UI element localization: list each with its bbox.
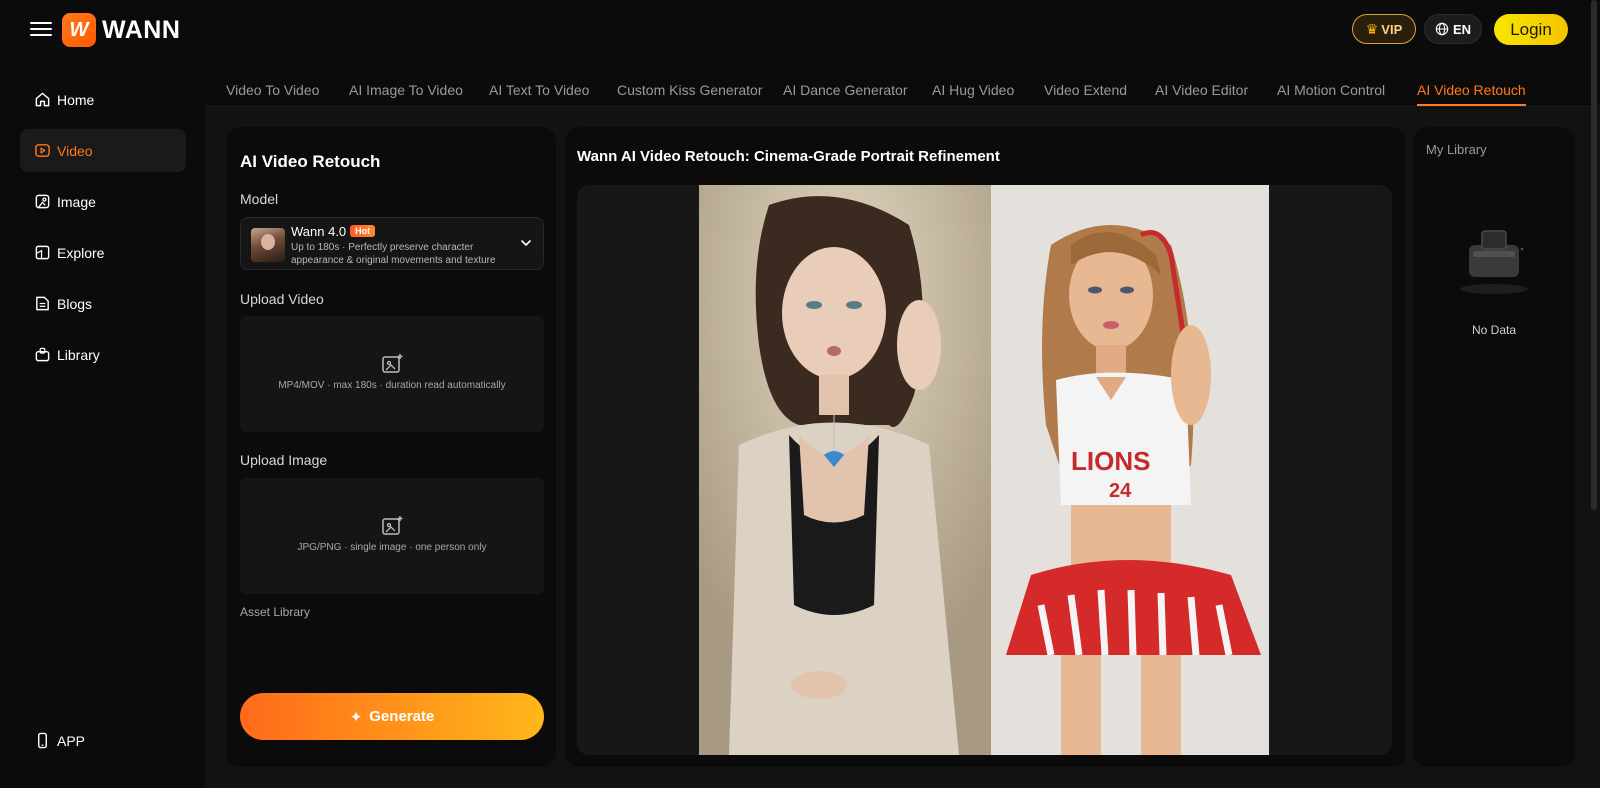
sidebar-item-label: Blogs <box>57 295 93 312</box>
library-panel: My Library No Data <box>1413 127 1575 767</box>
hot-badge: Hot <box>350 225 376 237</box>
model-description: Up to 180s · Perfectly preserve characte… <box>291 242 496 266</box>
no-data-text: No Data <box>1471 323 1517 337</box>
sidebar-item-label: Home <box>57 91 95 108</box>
upload-video-hint: MP4/MOV · max 180s · duration read autom… <box>278 380 506 391</box>
sparkle-icon: ✦ <box>349 708 363 726</box>
brand-logo[interactable]: W WANN <box>62 13 180 47</box>
tab-ai-text-to-video[interactable]: AI Text To Video <box>489 82 589 104</box>
app-root: W WANN ♛ VIP EN Login Home Video Image E… <box>0 0 1600 788</box>
preview-title: Wann AI Video Retouch: Cinema-Grade Port… <box>577 148 1000 165</box>
sidebar-item-label: Library <box>57 346 100 363</box>
after-portrait-image: LIONS 24 <box>991 185 1269 755</box>
upload-image-hint: JPG/PNG · single image · one person only <box>297 542 487 553</box>
preview-panel: Wann AI Video Retouch: Cinema-Grade Port… <box>565 127 1406 767</box>
logo-badge-icon: W <box>62 13 96 47</box>
globe-icon <box>1435 22 1449 36</box>
library-title: My Library <box>1426 142 1487 157</box>
library-icon <box>33 346 51 364</box>
tab-ai-video-editor[interactable]: AI Video Editor <box>1155 82 1248 104</box>
preview-video[interactable]: LIONS 24 <box>577 185 1392 755</box>
sidebar-item-video[interactable]: Video <box>20 129 186 172</box>
home-icon <box>33 91 51 109</box>
sidebar-item-app[interactable]: APP <box>20 719 186 762</box>
top-bar: W WANN ♛ VIP EN Login <box>0 0 1600 60</box>
sidebar-item-image[interactable]: Image <box>20 180 186 223</box>
image-upload-icon <box>382 516 403 535</box>
sidebar-item-label: Explore <box>57 244 105 261</box>
sidebar-item-library[interactable]: Library <box>20 333 186 376</box>
generate-label: Generate <box>369 708 435 725</box>
brand-name: WANN <box>102 15 181 44</box>
sidebar-item-label: Image <box>57 193 96 210</box>
retouch-form-panel: AI Video Retouch Model Wann 4.0 Hot Up to… <box>226 127 556 767</box>
vip-label: VIP <box>1381 21 1403 37</box>
crown-icon: ♛ <box>1365 20 1379 37</box>
sidebar-item-explore[interactable]: Explore <box>20 231 186 274</box>
jersey-text-number: 24 <box>1109 480 1132 502</box>
sidebar-item-blogs[interactable]: Blogs <box>20 282 186 325</box>
generate-button[interactable]: ✦ Generate <box>240 693 544 740</box>
empty-box-icon <box>1460 230 1528 294</box>
chevron-down-icon <box>521 240 531 246</box>
model-select[interactable]: Wann 4.0 Hot Up to 180s · Perfectly prese… <box>240 217 544 270</box>
upload-image-dropzone[interactable]: JPG/PNG · single image · one person only <box>240 478 544 594</box>
page-scrollbar[interactable] <box>1591 0 1597 510</box>
video-icon <box>33 142 51 160</box>
sidebar: Home Video Image Explore Blogs Library A… <box>0 60 205 788</box>
video-upload-icon <box>382 354 403 373</box>
tab-ai-image-to-video[interactable]: AI Image To Video <box>349 82 463 104</box>
tab-video-to-video[interactable]: Video To Video <box>226 82 319 104</box>
language-label: EN <box>1452 21 1472 37</box>
sidebar-item-home[interactable]: Home <box>20 78 186 121</box>
upload-image-label: Upload Image <box>240 452 328 468</box>
image-icon <box>33 193 51 211</box>
form-title: AI Video Retouch <box>240 152 381 171</box>
before-portrait-image <box>699 185 991 755</box>
jersey-text-lions: LIONS <box>1071 446 1150 476</box>
tab-video-extend[interactable]: Video Extend <box>1044 82 1127 104</box>
login-button[interactable]: Login <box>1494 14 1568 45</box>
tab-ai-hug-video[interactable]: AI Hug Video <box>932 82 1014 104</box>
model-thumbnail <box>251 228 285 262</box>
tab-custom-kiss-generator[interactable]: Custom Kiss Generator <box>617 82 763 104</box>
hamburger-menu-icon[interactable] <box>30 18 52 40</box>
language-button[interactable]: EN <box>1424 14 1482 44</box>
vip-button[interactable]: ♛ VIP <box>1352 14 1416 44</box>
asset-library-link[interactable]: Asset Library <box>240 605 310 619</box>
sidebar-item-label: Video <box>57 142 93 159</box>
upload-video-dropzone[interactable]: MP4/MOV · max 180s · duration read autom… <box>240 316 544 432</box>
blogs-icon <box>33 295 51 313</box>
tab-ai-motion-control[interactable]: AI Motion Control <box>1277 82 1385 104</box>
feature-tabs: Video To Video AI Image To Video AI Text… <box>205 60 1600 107</box>
tab-ai-dance-generator[interactable]: AI Dance Generator <box>783 82 908 104</box>
tab-ai-video-retouch[interactable]: AI Video Retouch <box>1417 82 1526 106</box>
upload-video-label: Upload Video <box>240 291 324 307</box>
sidebar-item-label: APP <box>57 732 86 749</box>
explore-icon <box>33 244 51 262</box>
model-label: Model <box>240 191 279 207</box>
model-name: Wann 4.0 Hot <box>291 224 376 239</box>
phone-icon <box>33 732 51 750</box>
